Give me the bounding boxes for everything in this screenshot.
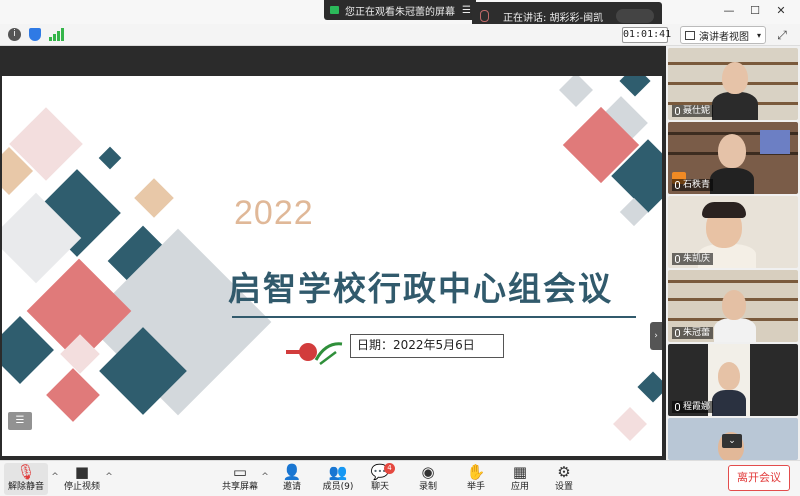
share-options-icon[interactable]: ^ [260, 472, 270, 482]
window-controls: — ☐ ✕ [716, 4, 794, 20]
video-camera-icon: ■ [74, 463, 90, 481]
decor-diamond [46, 368, 100, 422]
speaker-view-label: 演讲者视图 [699, 31, 749, 43]
decor-diamond [637, 371, 662, 403]
add-user-icon: 👤 [282, 463, 302, 481]
shared-screen: 2022 启智学校行政中心组会议 日期：2022年5月6日 ☰ › [0, 46, 666, 460]
school-logo-icon [286, 342, 343, 365]
participant-tile[interactable]: 程霞娜 [668, 344, 798, 416]
screen-share-icon [330, 6, 339, 14]
audio-options-icon[interactable]: ^ [50, 472, 60, 482]
chat-unread-badge: 4 [384, 463, 395, 474]
participant-name: 聂仕妮 [672, 105, 714, 117]
close-button[interactable]: ✕ [768, 4, 794, 20]
collapse-gallery-icon[interactable]: › [650, 322, 662, 350]
meeting-timer: 01:01:41 [622, 27, 671, 43]
chat-icon: 💬 [370, 463, 390, 481]
slide-navigation-icon[interactable]: ☰ [8, 412, 32, 430]
video-options-icon[interactable]: ^ [104, 472, 114, 482]
view-grid-icon [685, 30, 695, 40]
microphone-icon [675, 255, 680, 263]
info-icon[interactable]: i [8, 28, 21, 41]
slide-title: 启智学校行政中心组会议 [228, 269, 613, 308]
participant-tile[interactable]: 石秩青 [668, 122, 798, 194]
participant-name: 朱凯庆 [672, 253, 714, 265]
title-underline [232, 316, 636, 318]
participant-tile[interactable]: 朱冠蕾 [668, 270, 798, 342]
slide-year: 2022 [234, 194, 314, 232]
speaker-avatar-strip [616, 9, 654, 23]
settings-button[interactable]: ⚙ 设置 [542, 463, 586, 495]
apps-icon: ▦ [512, 463, 528, 481]
chat-button[interactable]: 💬 4 聊天 [358, 463, 402, 495]
participant-name: 程霞娜 [672, 401, 714, 413]
minimize-button[interactable]: — [716, 4, 742, 20]
participant-gallery: 聂仕妮 石秩青 朱凯庆 朱冠蕾 程霞娜 ⌄ [666, 46, 800, 460]
meeting-toolbar: 🎙 解除静音 ^ ■ 停止视频 ^ ▭ 共享屏幕 ^ 👤 邀请 👥 成员(9) … [0, 460, 800, 496]
microphone-icon [675, 107, 680, 115]
chevron-down-icon: ▾ [756, 30, 761, 40]
participant-name: 朱冠蕾 [672, 327, 714, 339]
slide-date: 日期：2022年5月6日 [350, 334, 504, 358]
stop-video-button[interactable]: ■ 停止视频 [60, 463, 104, 495]
decor-diamond [559, 76, 593, 107]
presentation-slide: 2022 启智学校行政中心组会议 日期：2022年5月6日 ☰ › [2, 76, 662, 456]
leave-meeting-button[interactable]: 离开会议 [728, 465, 790, 491]
shield-icon[interactable] [29, 28, 41, 41]
speaking-label: 正在讲话: 胡彩彩-闽凯 [503, 12, 604, 24]
record-button[interactable]: ◉ 录制 [406, 463, 450, 495]
signal-icon[interactable] [49, 28, 64, 41]
microphone-icon [480, 10, 489, 22]
participant-tile[interactable]: 朱凯庆 [668, 196, 798, 268]
invite-button[interactable]: 👤 邀请 [270, 463, 314, 495]
hand-icon: ✋ [466, 463, 486, 481]
title-bar: 您正在观看朱冠蕾的屏幕 ☰ 正在讲话: 胡彩彩-闽凯 — ☐ ✕ [0, 0, 800, 30]
gear-icon: ⚙ [557, 463, 571, 481]
sharing-indicator-text: 您正在观看朱冠蕾的屏幕 [345, 6, 455, 18]
apps-button[interactable]: ▦ 应用 [498, 463, 542, 495]
microphone-icon [675, 181, 680, 189]
maximize-button[interactable]: ☐ [742, 4, 768, 20]
decor-diamond [134, 178, 174, 218]
raise-hand-button[interactable]: ✋ 举手 [454, 463, 498, 495]
fullscreen-icon[interactable]: ⤢ [775, 28, 789, 42]
decor-diamond [613, 407, 647, 441]
record-icon: ◉ [421, 463, 435, 481]
microphone-icon [675, 329, 680, 337]
sharing-indicator[interactable]: 您正在观看朱冠蕾的屏幕 ☰ [324, 0, 476, 20]
decor-diamond [619, 76, 651, 97]
share-screen-icon: ▭ [232, 463, 248, 481]
speaker-view-button[interactable]: 演讲者视图 ▾ [680, 26, 766, 44]
participant-tile[interactable]: 聂仕妮 [668, 48, 798, 120]
microphone-icon [675, 403, 680, 411]
unmute-button[interactable]: 🎙 解除静音 [4, 463, 48, 495]
decor-diamond [98, 146, 122, 170]
scroll-down-icon[interactable]: ⌄ [722, 434, 742, 448]
microphone-muted-icon: 🎙 [16, 463, 36, 481]
menu-icon[interactable]: ☰ [462, 5, 471, 16]
participants-icon: 👥 [328, 463, 348, 481]
participants-button[interactable]: 👥 成员(9) [316, 463, 360, 495]
participant-name: 石秩青 [672, 179, 714, 191]
share-screen-button[interactable]: ▭ 共享屏幕 [218, 463, 262, 495]
meeting-info-bar: i 01:01:41 演讲者视图 ▾ ⤢ [0, 24, 800, 46]
